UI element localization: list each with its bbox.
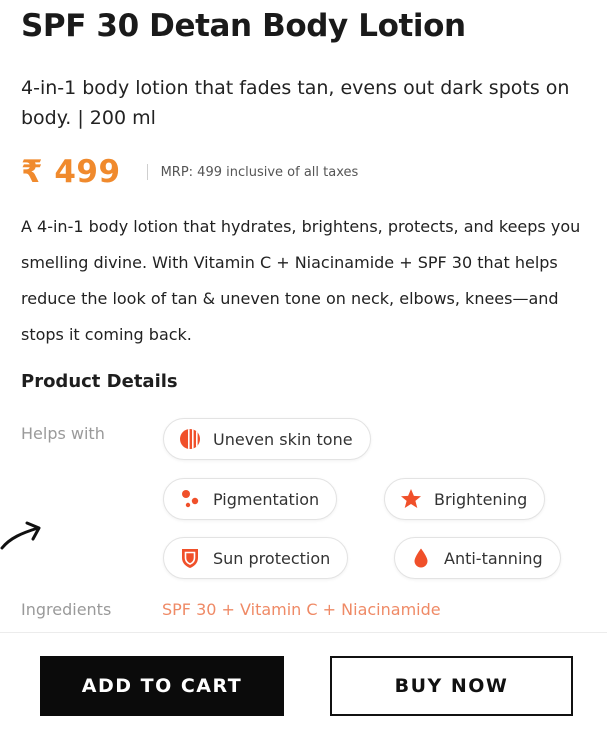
product-subtitle: 4-in-1 body lotion that fades tan, evens…: [21, 77, 570, 129]
buy-now-button[interactable]: BUY NOW: [330, 656, 573, 716]
product-description: A 4-in-1 body lotion that hydrates, brig…: [21, 217, 581, 344]
chip-brightening[interactable]: Brightening: [384, 478, 546, 520]
chip-anti-tanning[interactable]: Anti-tanning: [394, 537, 561, 579]
price-divider: [146, 164, 148, 180]
chip-label: Brightening: [434, 489, 528, 509]
chip-sun-protection[interactable]: Sun protection: [163, 537, 349, 579]
chip-label: Sun protection: [213, 548, 331, 568]
product-details-heading: Product Details: [21, 371, 178, 392]
price-row: ₹ 499 MRP: 499 inclusive of all taxes: [21, 152, 358, 192]
striped-circle-icon: [179, 428, 201, 450]
add-to-cart-button[interactable]: ADD TO CART: [40, 656, 284, 716]
dots-icon: [179, 488, 201, 510]
arrow-annotation-icon: [0, 521, 41, 550]
price: ₹ 499: [21, 154, 121, 190]
star-icon: [400, 488, 422, 510]
chip-label: Anti-tanning: [444, 548, 543, 568]
chip-uneven-skin-tone[interactable]: Uneven skin tone: [163, 418, 371, 460]
product-title: SPF 30 Detan Body Lotion: [21, 8, 466, 44]
helps-with-label: Helps with: [21, 424, 105, 443]
droplet-icon: [410, 547, 432, 569]
product-page: SPF 30 Detan Body Lotion 4-in-1 body lot…: [0, 0, 607, 748]
chip-label: Pigmentation: [213, 489, 320, 509]
ingredients-value: SPF 30 + Vitamin C + Niacinamide: [162, 600, 441, 619]
ingredients-label: Ingredients: [21, 600, 112, 619]
chip-pigmentation[interactable]: Pigmentation: [163, 478, 338, 520]
shield-icon: [179, 547, 201, 569]
chip-label: Uneven skin tone: [213, 429, 353, 449]
mrp-text: MRP: 499 inclusive of all taxes: [160, 164, 359, 180]
